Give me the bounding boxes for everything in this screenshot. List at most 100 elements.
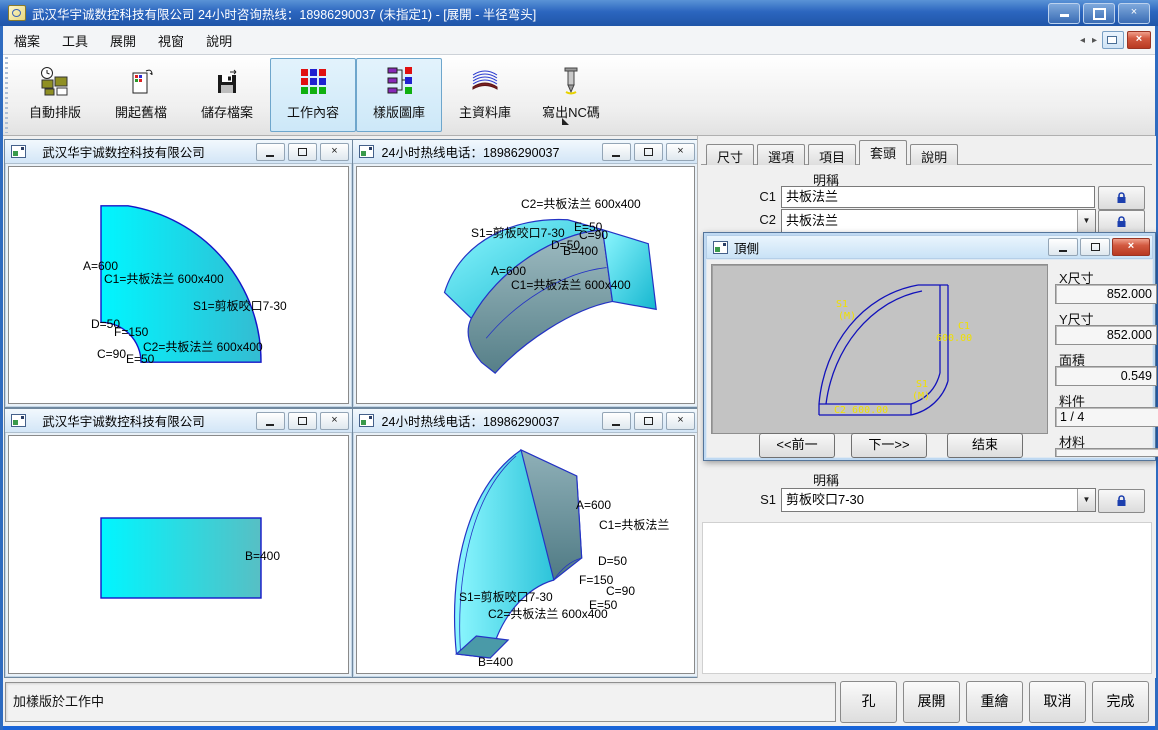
app-icon xyxy=(8,5,26,21)
menu-tools[interactable]: 工具 xyxy=(51,27,99,54)
dim-label: C2=共板法兰 600x400 xyxy=(488,608,608,620)
child-window-title: 24小时热线电话：18986290037 xyxy=(353,411,588,430)
redraw-button[interactable]: 重繪 xyxy=(966,681,1023,723)
toolbar-button-label: 儲存檔案 xyxy=(201,102,253,121)
toolbar: 自動排版 開起舊檔 儲存檔案 xyxy=(3,55,1155,136)
toolbar-gripper[interactable] xyxy=(5,57,8,133)
dim-label: B=400 xyxy=(563,245,598,257)
finish-main-button[interactable]: 完成 xyxy=(1092,681,1149,723)
close-icon: × xyxy=(1136,33,1142,45)
toolbar-work-content-button[interactable]: 工作內容 xyxy=(270,58,356,132)
status-message: 加樣版於工作中 xyxy=(5,682,836,722)
toolbar-button-label: 主資料庫 xyxy=(459,102,511,121)
save-file-icon xyxy=(210,65,244,97)
panel-tabs: 尺寸 選項 項目 套頭 說明 xyxy=(706,140,961,165)
c2-name-combobox[interactable]: 共板法兰 ▼ xyxy=(781,209,1096,233)
child-minimize-button[interactable] xyxy=(602,143,631,161)
c1-lock-button[interactable] xyxy=(1098,186,1145,210)
c1-name-field[interactable]: 共板法兰 xyxy=(781,186,1095,208)
drawing-canvas[interactable]: A=600 C1=共板法兰 D=50 F=150 C=90 E=50 S1=剪板… xyxy=(356,435,695,674)
unfold-button[interactable]: 展開 xyxy=(903,681,960,723)
toolbar-overflow-indicator[interactable] xyxy=(562,118,569,125)
maximize-button[interactable] xyxy=(1083,3,1115,24)
tab-items[interactable]: 項目 xyxy=(808,144,856,165)
child-titlebar[interactable]: 24小时热线电话：18986290037 × xyxy=(353,409,698,433)
child-titlebar[interactable]: 武汉华宇诚数控科技有限公司 × xyxy=(5,409,352,433)
next-button[interactable]: 下一>> xyxy=(851,433,927,458)
dialog-close-button[interactable]: × xyxy=(1112,238,1150,256)
mdi-window-side-pattern: 武汉华宇诚数控科技有限公司 × B=400 xyxy=(4,408,353,678)
nav-back-icon[interactable]: ◂ xyxy=(1078,35,1087,46)
cancel-button[interactable]: 取消 xyxy=(1029,681,1086,723)
drawing-canvas[interactable]: B=400 xyxy=(8,435,349,674)
toolbar-main-database-button[interactable]: 主資料庫 xyxy=(442,58,528,132)
write-nc-code-icon xyxy=(554,65,588,97)
child-minimize-button[interactable] xyxy=(602,412,631,430)
hole-button[interactable]: 孔 xyxy=(840,681,897,723)
menu-window[interactable]: 視窗 xyxy=(147,27,195,54)
child-maximize-button[interactable] xyxy=(288,412,317,430)
toolbar-open-file-button[interactable]: 開起舊檔 xyxy=(98,58,184,132)
preview-label-c2: C2 600.00 xyxy=(834,405,888,416)
dialog-minimize-button[interactable] xyxy=(1048,238,1078,256)
c2-lock-button[interactable] xyxy=(1098,210,1145,234)
chevron-down-icon[interactable]: ▼ xyxy=(1077,489,1095,511)
toolbar-button-label: 自動排版 xyxy=(29,102,81,121)
tab-size[interactable]: 尺寸 xyxy=(706,144,754,165)
top-side-dialog: 頂側 × xyxy=(703,232,1156,461)
dialog-title: 頂側 xyxy=(734,238,759,257)
child-titlebar[interactable]: 武汉华宇诚数控科技有限公司 × xyxy=(5,140,352,164)
rectangle-pattern-drawing xyxy=(9,436,348,673)
tab-options[interactable]: 選項 xyxy=(757,144,805,165)
child-maximize-button[interactable] xyxy=(634,412,663,430)
child-window-title: 24小时热线电话：18986290037 xyxy=(353,142,588,161)
pattern-preview[interactable]: S1 (M) C1 600.00 S1 (M) C2 600.00 xyxy=(711,264,1048,434)
lock-icon xyxy=(1115,494,1128,508)
x-size-value: 852.000 xyxy=(1055,284,1157,304)
mdi-window-3d-view-1: 24小时热线电话：18986290037 × C2=共板 xyxy=(352,139,699,408)
tab-help[interactable]: 說明 xyxy=(910,144,958,165)
child-close-button[interactable]: × xyxy=(320,143,349,161)
child-restore-button[interactable] xyxy=(1102,31,1124,49)
dialog-titlebar[interactable]: 頂側 × xyxy=(706,235,1153,259)
menu-unfold[interactable]: 展開 xyxy=(99,27,147,54)
s1-lock-button[interactable] xyxy=(1098,489,1145,513)
window-title: 武汉华宇诚数控科技有限公司 24小时咨询热线：18986290037 (未指定1… xyxy=(32,4,536,23)
preview-label-s1-inner: S1 xyxy=(916,379,928,390)
toolbar-write-nc-button[interactable]: 寫出NC碼 xyxy=(528,58,614,132)
dim-label: C=90 xyxy=(579,229,608,241)
child-titlebar[interactable]: 24小时热线电话：18986290037 × xyxy=(353,140,698,164)
drawing-canvas[interactable]: C2=共板法兰 600x400 S1=剪板咬口7-30 E=50 C=90 D=… xyxy=(356,166,695,404)
menu-file[interactable]: 檔案 xyxy=(3,27,51,54)
drawing-canvas[interactable]: A=600 C1=共板法兰 600x400 S1=剪板咬口7-30 D=50 F… xyxy=(8,166,349,404)
preview-label-m-inner: (M) xyxy=(912,391,930,402)
finish-button[interactable]: 结束 xyxy=(947,433,1023,458)
toolbar-auto-nest-button[interactable]: 自動排版 xyxy=(12,58,98,132)
work-content-icon xyxy=(296,65,330,97)
toolbar-template-library-button[interactable]: 樣版圖庫 xyxy=(356,58,442,132)
child-maximize-button[interactable] xyxy=(288,143,317,161)
child-close-button[interactable]: × xyxy=(1127,31,1151,49)
y-size-value: 852.000 xyxy=(1055,325,1157,345)
minimize-button[interactable] xyxy=(1048,3,1080,24)
titlebar: 武汉华宇诚数控科技有限公司 24小时咨询热线：18986290037 (未指定1… xyxy=(0,0,1158,26)
child-maximize-button[interactable] xyxy=(634,143,663,161)
chevron-down-icon[interactable]: ▼ xyxy=(1077,210,1095,232)
menu-help[interactable]: 說明 xyxy=(195,27,243,54)
close-button[interactable]: × xyxy=(1118,3,1150,24)
child-minimize-button[interactable] xyxy=(256,412,285,430)
dialog-maximize-button[interactable] xyxy=(1080,238,1110,256)
nav-forward-icon[interactable]: ▸ xyxy=(1090,35,1099,46)
dim-label: C1=共板法兰 600x400 xyxy=(104,273,224,285)
dim-label: D=50 xyxy=(598,555,627,567)
dim-label: C1=共板法兰 xyxy=(599,519,669,531)
toolbar-save-file-button[interactable]: 儲存檔案 xyxy=(184,58,270,132)
previous-button[interactable]: <<前一 xyxy=(759,433,835,458)
child-close-button[interactable]: × xyxy=(666,412,695,430)
s1-name-combobox[interactable]: 剪板咬口7-30 ▼ xyxy=(781,488,1096,512)
child-close-button[interactable]: × xyxy=(666,143,695,161)
lock-icon xyxy=(1115,191,1128,205)
child-close-button[interactable]: × xyxy=(320,412,349,430)
tab-connectors[interactable]: 套頭 xyxy=(859,140,907,165)
child-minimize-button[interactable] xyxy=(256,143,285,161)
